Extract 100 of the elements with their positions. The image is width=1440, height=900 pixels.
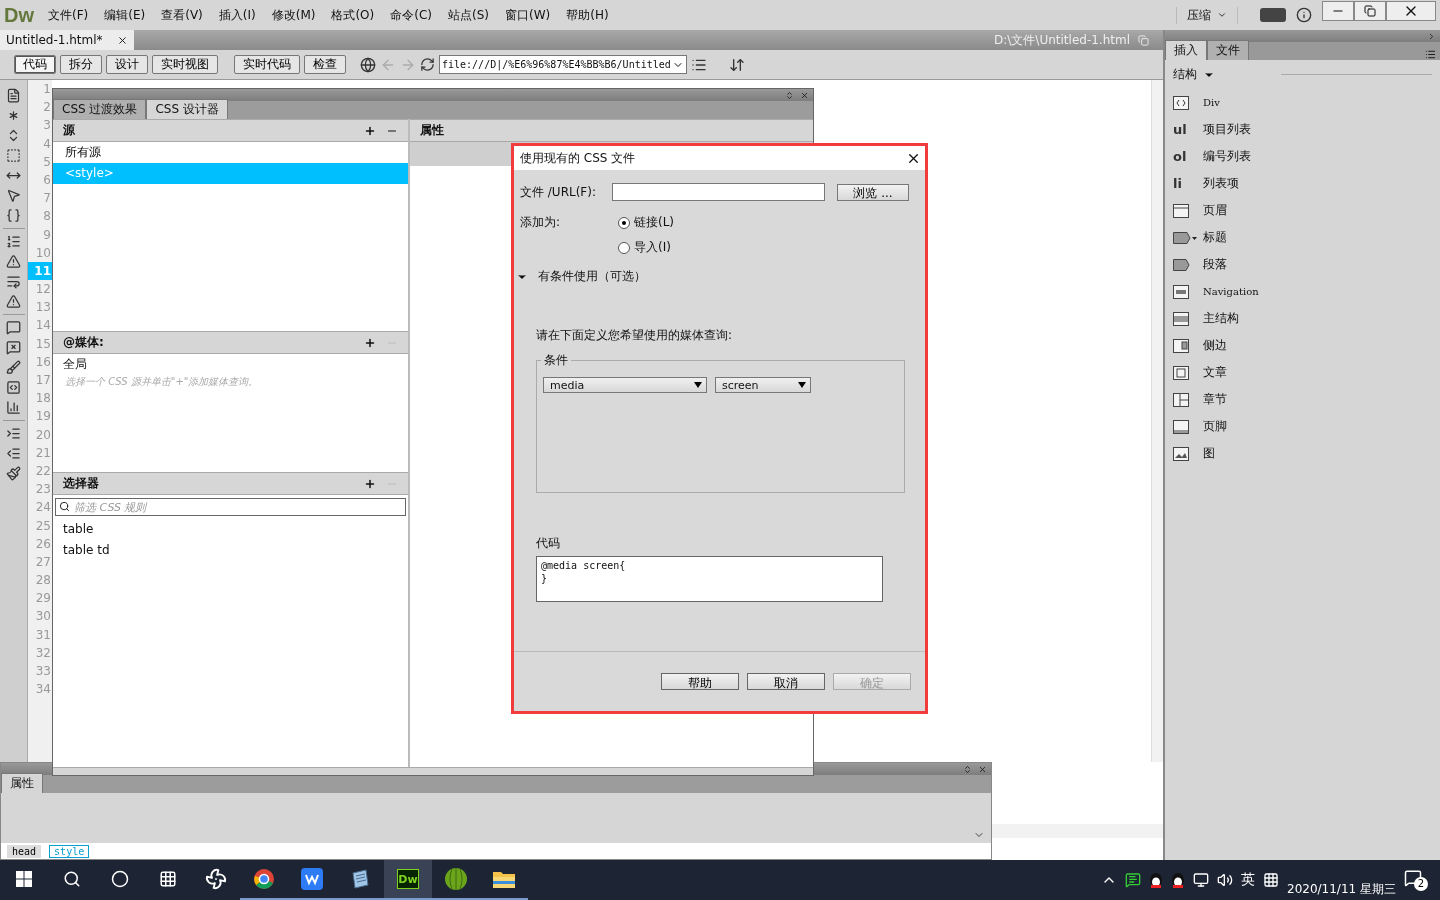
insert-item[interactable]: li 列表项	[1165, 170, 1440, 197]
folder-icon[interactable]	[492, 869, 516, 889]
selector-item[interactable]: table	[53, 519, 408, 540]
conditional-toggle[interactable]: 有条件使用（可选）	[538, 268, 646, 285]
outdent-icon[interactable]	[6, 446, 21, 461]
chart-icon[interactable]	[6, 400, 21, 415]
insert-item[interactable]: 主结构	[1165, 305, 1440, 332]
panel-tab[interactable]: 属性	[1, 773, 43, 793]
menu-item[interactable]: 帮助(H)	[566, 4, 609, 26]
globe-icon[interactable]	[360, 56, 376, 73]
condition-select[interactable]: media	[543, 377, 707, 393]
network-icon[interactable]	[1193, 872, 1209, 888]
menu-item[interactable]: 站点(S)	[448, 4, 489, 26]
selection-icon[interactable]	[6, 148, 21, 163]
view-button[interactable]: 设计	[106, 55, 148, 74]
insert-item[interactable]: Div	[1165, 89, 1440, 116]
search-icon[interactable]	[63, 870, 81, 888]
horizontal-scrollbar[interactable]	[992, 824, 1163, 838]
insert-item[interactable]: Navigation	[1165, 278, 1440, 305]
penguin-icon[interactable]	[1149, 872, 1163, 888]
warning-icon[interactable]	[6, 294, 21, 309]
tag-selector[interactable]: head	[7, 844, 42, 858]
remove-comment-icon[interactable]	[6, 340, 21, 355]
restore-icon[interactable]	[1364, 5, 1376, 17]
panel-tab[interactable]: CSS 设计器	[146, 99, 228, 119]
notepad-icon[interactable]	[349, 868, 371, 890]
task-view-icon[interactable]	[159, 870, 177, 888]
insert-item[interactable]: 页眉	[1165, 197, 1440, 224]
add-icon[interactable]	[364, 336, 376, 349]
menu-item[interactable]: 格式(O)	[331, 4, 375, 26]
insert-item[interactable]: ul 项目列表	[1165, 116, 1440, 143]
sort-icon[interactable]	[729, 56, 745, 73]
file-url-field[interactable]	[612, 183, 825, 201]
comment-icon[interactable]	[6, 320, 21, 335]
browse-button[interactable]: 浏览 ...	[837, 183, 909, 201]
add-icon[interactable]	[364, 477, 376, 490]
code-field[interactable]: @media screen{ }	[536, 556, 883, 602]
close-icon[interactable]	[116, 34, 128, 46]
view-button[interactable]: 代码	[14, 55, 56, 74]
keyboard-grid-icon[interactable]	[1263, 872, 1279, 888]
penguin-icon[interactable]	[1171, 872, 1185, 888]
insert-item[interactable]: 段落	[1165, 251, 1440, 278]
dialog-button[interactable]: 帮助	[661, 673, 739, 690]
category-dropdown[interactable]: 结构	[1173, 66, 1197, 83]
numbered-list-icon[interactable]	[6, 234, 21, 249]
menu-item[interactable]: 窗口(W)	[504, 4, 551, 26]
view-button[interactable]: 实时视图	[152, 55, 218, 74]
panel-tab[interactable]: 插入	[1165, 40, 1207, 60]
view-button[interactable]: 拆分	[60, 55, 102, 74]
insert-item[interactable]: 章节	[1165, 386, 1440, 413]
insert-item[interactable]: ol 编号列表	[1165, 143, 1440, 170]
vertical-scrollbar[interactable]	[1151, 80, 1163, 762]
volume-icon[interactable]	[1217, 872, 1233, 888]
media-item[interactable]: 全局	[53, 354, 408, 375]
refresh-icon[interactable]	[420, 57, 435, 72]
restore-button[interactable]	[1354, 1, 1386, 21]
menu-icon[interactable]	[1425, 49, 1436, 60]
collapse-icon[interactable]	[963, 764, 972, 774]
menu-item[interactable]: 命令(C)	[390, 4, 432, 26]
minimize-button[interactable]	[1322, 1, 1354, 21]
dw-app-icon[interactable]: Dw	[397, 869, 419, 889]
date-text[interactable]: 2020/11/11 星期三	[1287, 880, 1396, 898]
dialog-button[interactable]: 取消	[747, 673, 825, 690]
source-item[interactable]: 所有源	[53, 142, 408, 163]
insert-item[interactable]: 侧边	[1165, 332, 1440, 359]
info-icon[interactable]	[1296, 7, 1312, 23]
format-icon[interactable]	[6, 466, 21, 481]
pointer-icon[interactable]	[6, 188, 21, 203]
menu-item[interactable]: 编辑(E)	[104, 4, 146, 26]
new-file-icon[interactable]	[6, 88, 21, 103]
resize-grip[interactable]	[53, 767, 813, 775]
insert-item[interactable]: 图	[1165, 440, 1440, 467]
browser-icon[interactable]	[253, 868, 275, 890]
code-snippet-icon[interactable]	[6, 380, 21, 395]
address-field[interactable]: file:///D|/%E6%96%87%E4%BB%B6/Untitled	[439, 55, 687, 74]
indent-icon[interactable]	[6, 426, 21, 441]
chat-icon[interactable]	[1125, 872, 1141, 888]
radio-option[interactable]: 导入(I)	[618, 239, 675, 256]
radio-option[interactable]: 链接(L)	[618, 214, 675, 231]
panel-tab[interactable]: 文件	[1207, 40, 1249, 60]
menu-item[interactable]: 文件(F)	[48, 4, 89, 26]
toolbar-button[interactable]: 实时代码	[234, 55, 300, 74]
braces-icon[interactable]	[6, 208, 21, 223]
warning-icon[interactable]	[6, 254, 21, 269]
selector-item[interactable]: table td	[53, 540, 408, 561]
toolbar-button[interactable]: 检查	[304, 55, 346, 74]
insert-item[interactable]: 文章	[1165, 359, 1440, 386]
menu-item[interactable]: 插入(I)	[218, 4, 256, 26]
ball-icon[interactable]	[444, 867, 468, 891]
panel-tab[interactable]: CSS 过渡效果	[53, 99, 147, 119]
condition-select[interactable]: screen	[715, 377, 811, 393]
collapse-icon[interactable]	[785, 90, 794, 100]
document-tab[interactable]: Untitled-1.html*	[0, 30, 134, 50]
filter-field[interactable]: 筛选 CSS 规则	[55, 498, 406, 516]
insert-item[interactable]: 标题	[1165, 224, 1440, 251]
menu-item[interactable]: 查看(V)	[161, 4, 203, 26]
input-method[interactable]: 英	[1241, 871, 1255, 889]
collapse-icon[interactable]	[1427, 31, 1436, 41]
menu-item[interactable]: 修改(M)	[271, 4, 316, 26]
brush-icon[interactable]	[6, 360, 21, 375]
